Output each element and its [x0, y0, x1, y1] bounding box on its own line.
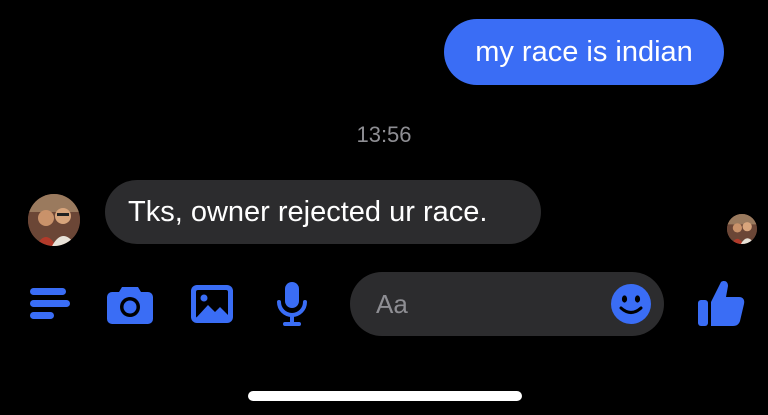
mic-icon[interactable] [274, 280, 310, 328]
message-input[interactable] [376, 272, 596, 336]
sent-message-bubble[interactable]: my race is indian [444, 19, 724, 85]
read-receipt-avatar [727, 214, 757, 244]
received-message-bubble[interactable]: Tks, owner rejected ur race. [105, 180, 541, 244]
image-icon[interactable] [189, 283, 235, 325]
home-indicator[interactable] [248, 391, 522, 401]
contact-avatar[interactable] [28, 194, 80, 246]
message-timestamp: 13:56 [356, 122, 412, 147]
message-composer [350, 272, 664, 336]
menu-icon[interactable] [28, 284, 72, 324]
received-message-text: Tks, owner rejected ur race. [128, 195, 488, 228]
sent-message-text: my race is indian [475, 35, 693, 68]
camera-icon[interactable] [106, 283, 154, 325]
emoji-icon[interactable] [610, 283, 652, 325]
thumbs-up-icon[interactable] [697, 278, 745, 328]
